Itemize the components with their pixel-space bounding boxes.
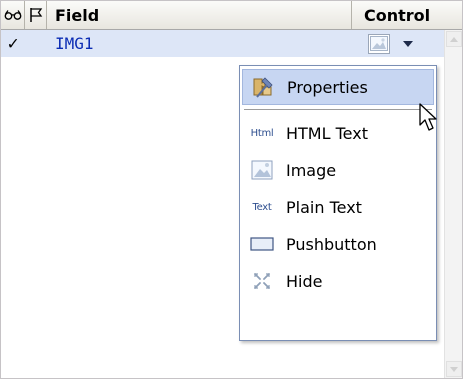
control-column-header[interactable]: Control xyxy=(352,1,462,29)
control-header-label: Control xyxy=(364,5,431,25)
menu-item-label: Properties xyxy=(287,77,368,97)
flag-icon xyxy=(29,8,42,22)
menu-item-label: Pushbutton xyxy=(286,234,377,254)
scroll-up-button[interactable] xyxy=(446,31,462,47)
row-field-cell[interactable]: IMG1 xyxy=(47,30,352,57)
control-dropdown-button[interactable] xyxy=(403,40,413,47)
vertical-scrollbar[interactable] xyxy=(444,30,462,378)
menu-item-html-text[interactable]: Html HTML Text xyxy=(242,115,434,151)
view-column-header[interactable] xyxy=(1,1,25,29)
checkmark-icon: ✓ xyxy=(7,33,19,54)
menu-item-properties[interactable]: Properties xyxy=(242,69,434,105)
field-name: IMG1 xyxy=(55,34,94,53)
menu-item-label: Image xyxy=(286,160,337,180)
scroll-down-button[interactable] xyxy=(446,361,462,377)
menu-item-label: Plain Text xyxy=(286,197,362,217)
grid-header: Field Control xyxy=(1,1,462,30)
menu-item-pushbutton[interactable]: Pushbutton xyxy=(242,226,434,262)
row-flag-cell[interactable] xyxy=(25,30,47,57)
plain-text-icon: Text xyxy=(252,201,272,213)
menu-separator xyxy=(244,109,432,111)
arrow-up-icon xyxy=(450,36,458,42)
hide-icon xyxy=(248,267,276,295)
menu-item-plain-text[interactable]: Text Plain Text xyxy=(242,189,434,225)
field-header-label: Field xyxy=(55,5,100,25)
pushbutton-icon xyxy=(248,230,276,258)
field-control-grid: Field Control ✓ IMG1 Properties Html HTM… xyxy=(0,0,463,379)
glasses-icon xyxy=(4,10,21,20)
flag-column-header[interactable] xyxy=(25,1,47,29)
menu-item-label: HTML Text xyxy=(286,123,368,143)
row-check-cell[interactable]: ✓ xyxy=(1,30,25,57)
table-row[interactable]: ✓ IMG1 xyxy=(1,30,444,57)
arrow-down-icon xyxy=(450,366,458,372)
field-column-header[interactable]: Field xyxy=(47,1,352,29)
html-text-icon: Html xyxy=(250,127,274,139)
properties-icon xyxy=(249,73,277,101)
row-control-cell[interactable] xyxy=(352,30,444,57)
menu-item-hide[interactable]: Hide xyxy=(242,263,434,299)
menu-item-image[interactable]: Image xyxy=(242,152,434,188)
image-icon xyxy=(248,156,276,184)
image-icon xyxy=(368,33,390,54)
control-type-menu: Properties Html HTML Text Image Text Pla… xyxy=(239,65,437,341)
menu-item-label: Hide xyxy=(286,271,323,291)
mouse-pointer-icon xyxy=(419,103,437,131)
